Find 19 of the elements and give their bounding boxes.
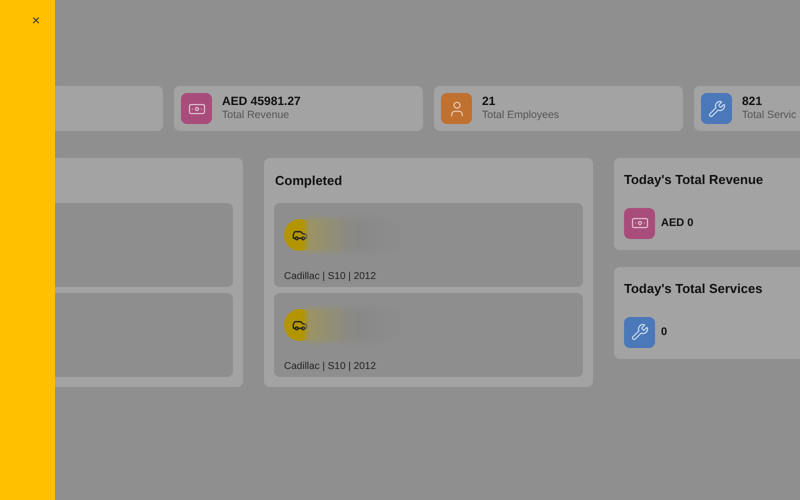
- summary-title: Today's Total Revenue: [624, 171, 764, 189]
- stat-label: Total Employees: [482, 109, 560, 123]
- column-title: Completed: [275, 172, 342, 190]
- vehicle-text: Cadillac | S10 | 2012: [284, 271, 376, 282]
- stat-label: Total Servic: [742, 109, 796, 123]
- summary-value: 0: [661, 324, 668, 340]
- close-button[interactable]: ×: [28, 12, 44, 28]
- person-icon: [441, 93, 472, 124]
- stat-label: Total Revenue: [222, 109, 290, 123]
- wrench-icon: [701, 93, 732, 124]
- summary-title: Today's Total Services: [624, 280, 764, 298]
- summary-value: AED 0: [661, 216, 694, 231]
- banknote-icon: [624, 208, 655, 238]
- stat-value: AED 45981.27: [222, 94, 301, 110]
- stat-value: 21: [482, 94, 496, 110]
- stat-value: 821: [742, 94, 764, 110]
- vehicle-text: Cadillac | S10 | 2012: [284, 361, 376, 372]
- wrench-icon: [624, 316, 655, 348]
- banknote-icon: [181, 93, 212, 124]
